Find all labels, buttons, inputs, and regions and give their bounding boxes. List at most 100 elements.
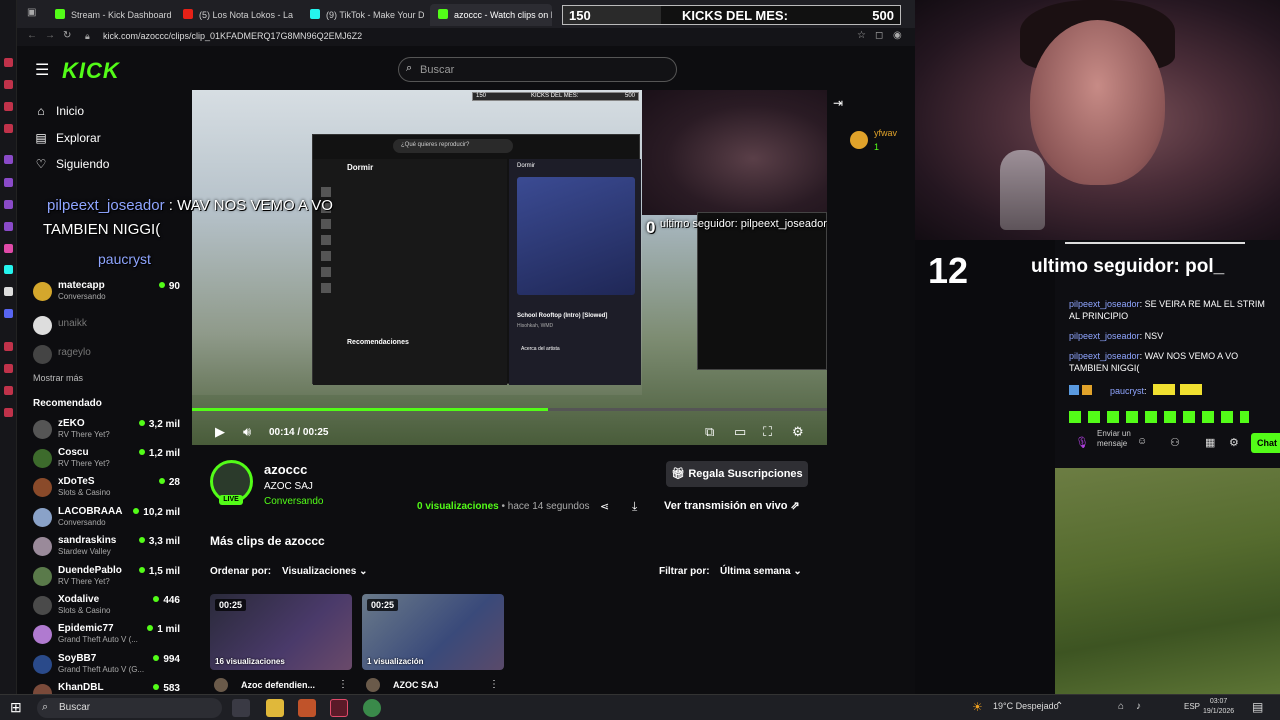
recommended-channel[interactable]: LACOBRAAA Conversando 10,2 mil [33,506,183,534]
theater-mode-icon[interactable]: ▭ [734,425,746,439]
volume-icon[interactable]: 🔊︎ [243,425,251,439]
clip-icon[interactable]: ⧉ [705,425,714,439]
chat-input[interactable]: 🎙︎ Enviar un mensaje ☺ [1075,429,1155,460]
play-icon[interactable]: ▶ [215,425,225,439]
back-icon[interactable]: ← [27,30,37,41]
chevron-down-icon: ⌄ [790,566,802,577]
chat-send-button[interactable]: Chat [1251,433,1280,453]
microphone [1000,150,1045,230]
watch-live-button[interactable]: Ver transmisión en vivo ⇗ [664,499,800,512]
weather-icon: ☀ [972,700,983,714]
taskbar-search[interactable]: ⌕ Buscar [37,698,222,718]
strip-icon [4,58,13,67]
clip-views: 0 visualizaciones • hace 14 segundos [417,501,590,512]
recommended-channel[interactable]: Coscu RV There Yet? 1,2 mil [33,447,183,475]
background-landscape [1055,468,1280,694]
recommended-channel[interactable]: xDoTeS Slots & Casino 28 [33,476,183,504]
following-channel-matecapp[interactable]: matecapp Conversando 90 [33,280,183,308]
recommended-channel[interactable]: DuendePablo RV There Yet? 1,5 mil [33,565,183,593]
reload-icon[interactable]: ↻ [63,30,71,41]
recommended-channel[interactable]: KhanDBL 583 [33,682,183,694]
browser-icon[interactable] [363,699,381,717]
extension-icon[interactable]: ◻ [875,30,883,41]
nav-following[interactable]: ♡ Siguiendo [34,157,110,171]
following-channel-unaikk[interactable]: unaikk [33,314,183,342]
search-input[interactable]: ⌕ Buscar [398,57,677,82]
gift-subscriptions-button[interactable]: 🎁︎ Regala Suscripciones [666,461,808,487]
chat-divider [1065,242,1245,244]
avatar [33,537,52,556]
last-follower-text: ultimo seguidor: pol_ [1031,256,1225,277]
tab-kick-clips[interactable]: azoccc - Watch clips on K [430,4,552,26]
clip-card[interactable]: 00:25 16 visualizaciones [210,594,352,670]
windows-start-icon[interactable]: ⊞ [10,699,22,716]
chat-settings-icon[interactable]: ⚙ [1229,436,1239,449]
forward-icon[interactable]: → [45,30,55,41]
kick-logo[interactable]: KICK [62,58,120,84]
more-clips-title: Más clips de azoccc [210,534,325,548]
recommended-channel[interactable]: sandraskins Stardew Valley 3,3 mil [33,535,183,563]
volume-icon[interactable]: ♪ [1136,701,1141,712]
emote-icon [1153,384,1176,395]
nav-explore[interactable]: ▤ Explorar [34,131,100,145]
filter-dropdown[interactable]: Última semana ⌄ [720,566,802,577]
more-options-icon[interactable]: ⋮ [338,679,348,690]
recommended-channel[interactable]: Xodalive Slots & Casino 446 [33,594,183,622]
strip-icon [4,200,13,209]
tab-kick-dashboard[interactable]: Stream - Kick Dashboard [47,4,172,26]
live-badge: LIVE [219,495,243,505]
expand-chat-icon[interactable]: ⇥ [833,96,843,110]
notifications-icon[interactable]: ▤ [1252,700,1263,714]
show-more-link[interactable]: Mostrar más [33,373,83,383]
fullscreen-icon[interactable]: ⛶ [763,425,772,439]
url-field[interactable]: kick.com/azoccc/clips/clip_01KFADMERQ17G… [103,31,362,41]
clip-title[interactable]: AZOC SAJ [393,680,439,690]
site-info-icon[interactable]: 🔒︎ [85,31,90,42]
stream-category[interactable]: Conversando [264,496,323,507]
clip-card[interactable]: 00:25 1 visualización [362,594,504,670]
mic-icon: 🎙︎ [1075,437,1089,449]
download-icon[interactable]: ⤓ [632,499,637,514]
sort-dropdown[interactable]: Visualizaciones ⌄ [282,566,367,577]
app-icon[interactable] [298,699,316,717]
language-indicator[interactable]: ESP [1184,702,1200,711]
store-icon[interactable]: ▦ [1205,436,1215,449]
weather-text[interactable]: 19°C Despejado [993,701,1059,711]
strip-icon [4,386,13,395]
gift-icon[interactable]: ⚇ [1170,436,1180,449]
channel-name[interactable]: azoccc [264,462,307,477]
avatar [33,316,52,335]
kick-favicon-icon [55,9,65,19]
avatar [33,282,52,301]
filter-label: Filtrar por: [659,566,710,577]
hamburger-menu-icon[interactable]: ☰ [35,60,49,80]
bookmark-icon[interactable]: ☆ [857,30,866,41]
settings-icon[interactable]: ⚙ [792,425,804,439]
task-view-icon[interactable] [232,699,250,717]
clip-title[interactable]: Azoc defendien... [241,680,315,690]
tab-youtube[interactable]: (5) Los Nota Lokos - La m [175,4,295,26]
external-link-icon: ⇗ [787,500,800,512]
app-icon[interactable] [330,699,348,717]
clip-video-player[interactable]: 150 KICKS DEL MES: 500 ¿Qué quieres repr… [192,90,827,445]
recommended-channel[interactable]: zEKO RV There Yet? 3,2 mil [33,418,183,446]
more-options-icon[interactable]: ⋮ [489,679,499,690]
tiktok-favicon-icon [310,9,320,19]
following-channel-rageylo[interactable]: rageylo [33,343,183,371]
emoji-icon[interactable]: ☺ [1137,436,1147,447]
explore-icon: ▤ [35,131,47,145]
profile-icon[interactable]: ◉ [893,30,902,41]
share-icon[interactable]: ⋖ [600,500,609,513]
tab-tiktok[interactable]: (9) TikTok - Make Your Da [302,4,424,26]
tab-menu-icon[interactable]: ▣ [27,7,36,18]
nav-home[interactable]: ⌂ Inicio [34,104,84,118]
file-explorer-icon[interactable] [266,699,284,717]
recommended-channel[interactable]: SoyBB7 Grand Theft Auto V (G... 994 [33,653,183,681]
recommended-channel[interactable]: Epidemic77 Grand Theft Auto V (... 1 mil [33,623,183,651]
taskbar-clock[interactable]: 03:07 19/1/2026 [1203,697,1234,717]
chat-message: pilpeext_joseador: SE VEIRA RE MAL EL ST… [1069,299,1265,321]
kicks-goal: 500 [872,8,894,23]
avatar [214,678,228,692]
network-icon[interactable]: ⌂ [1118,701,1124,712]
video-progress-bar[interactable] [192,408,827,411]
